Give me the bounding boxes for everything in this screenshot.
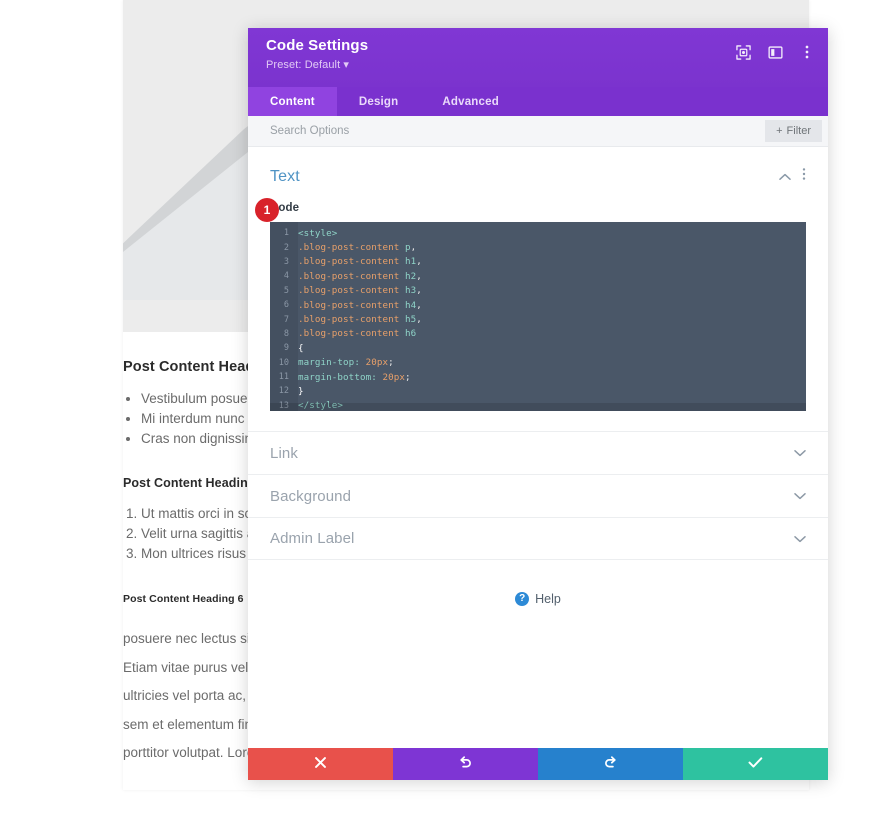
annotation-badge-1: 1 (255, 198, 279, 222)
text-section-title: Text (270, 168, 300, 186)
question-mark-icon: ? (515, 592, 529, 606)
chevron-down-icon (794, 449, 806, 457)
more-options-icon[interactable] (802, 167, 806, 186)
text-section-actions (779, 167, 806, 186)
redo-icon (603, 755, 618, 773)
code-text: .blog-post-content h6 (298, 328, 416, 339)
preset-caret-icon: ▾ (343, 59, 349, 71)
modal-header: Code Settings Preset: Default ▾ (248, 28, 828, 87)
code-line: 1<style> (270, 226, 806, 240)
undo-icon (458, 755, 473, 773)
code-text: margin-bottom: 20px; (298, 372, 411, 383)
text-section-header[interactable]: Text (270, 167, 806, 186)
chevron-down-icon (794, 492, 806, 500)
modal-body: Text (248, 147, 828, 748)
code-line: 2.blog-post-content p, (270, 240, 806, 254)
code-horizontal-scrollbar[interactable] (270, 403, 806, 411)
line-number: 1 (270, 228, 298, 238)
line-number: 11 (270, 372, 298, 382)
search-input[interactable] (270, 125, 765, 137)
code-line: 4.blog-post-content h2, (270, 269, 806, 283)
code-settings-modal: Code Settings Preset: Default ▾ (248, 28, 828, 780)
code-lines: 1<style>2.blog-post-content p,3.blog-pos… (270, 222, 806, 411)
code-text: { (298, 343, 304, 354)
code-line: 5.blog-post-content h3, (270, 284, 806, 298)
code-text: } (298, 386, 304, 397)
accordion-label: Background (270, 488, 351, 505)
code-line: 10margin-top: 20px; (270, 356, 806, 370)
filter-button-label: Filter (787, 125, 811, 137)
accordion-item-background[interactable]: Background (248, 474, 828, 517)
focus-icon[interactable] (734, 43, 752, 61)
modal-footer (248, 748, 828, 780)
more-options-icon[interactable] (798, 43, 816, 61)
code-line: 9{ (270, 341, 806, 355)
code-text: .blog-post-content h3, (298, 285, 422, 296)
code-line: 11margin-bottom: 20px; (270, 370, 806, 384)
code-line: 7.blog-post-content h5, (270, 312, 806, 326)
line-number: 9 (270, 343, 298, 353)
help-link[interactable]: ? Help (248, 592, 828, 606)
close-x-icon (314, 756, 327, 772)
save-button[interactable] (683, 748, 828, 780)
search-bar: + Filter (248, 116, 828, 147)
line-number: 10 (270, 358, 298, 368)
tab-design[interactable]: Design (337, 87, 421, 116)
modal-tabs: Content Design Advanced (248, 87, 828, 116)
text-section: Text (248, 147, 828, 411)
plus-icon: + (776, 125, 782, 137)
accordion-label: Admin Label (270, 530, 355, 547)
code-text: <style> (298, 228, 337, 239)
preset-label: Preset: Default (266, 59, 340, 71)
layout-toggle-icon[interactable] (766, 43, 784, 61)
line-number: 3 (270, 257, 298, 267)
filter-button[interactable]: + Filter (765, 120, 822, 142)
code-editor[interactable]: 1<style>2.blog-post-content p,3.blog-pos… (270, 222, 806, 411)
options-accordion: Link Background Ad (248, 431, 828, 560)
checkmark-icon (748, 756, 763, 772)
code-line: 12} (270, 384, 806, 398)
modal-header-icons (734, 43, 816, 61)
code-text: margin-top: 20px; (298, 357, 394, 368)
tab-advanced[interactable]: Advanced (420, 87, 521, 116)
code-line: 8.blog-post-content h6 (270, 327, 806, 341)
line-number: 7 (270, 315, 298, 325)
chevron-down-icon (794, 535, 806, 543)
help-label: Help (535, 592, 561, 606)
code-text: .blog-post-content h2, (298, 271, 422, 282)
line-number: 5 (270, 286, 298, 296)
line-number: 2 (270, 243, 298, 253)
code-line: 3.blog-post-content h1, (270, 255, 806, 269)
cancel-button[interactable] (248, 748, 393, 780)
code-text: .blog-post-content h5, (298, 314, 422, 325)
code-text: .blog-post-content h4, (298, 300, 422, 311)
line-number: 8 (270, 329, 298, 339)
chevron-up-icon[interactable] (779, 168, 791, 186)
tab-content[interactable]: Content (248, 87, 337, 116)
code-field-label: Code (270, 202, 806, 214)
preset-selector[interactable]: Preset: Default ▾ (266, 58, 812, 71)
modal-title: Code Settings (266, 37, 812, 54)
code-text: .blog-post-content p, (298, 242, 416, 253)
code-line: 6.blog-post-content h4, (270, 298, 806, 312)
accordion-item-admin-label[interactable]: Admin Label (248, 517, 828, 560)
undo-button[interactable] (393, 748, 538, 780)
redo-button[interactable] (538, 748, 683, 780)
screen: Post Content Heading 4 Vestibulum posuer… (0, 0, 880, 833)
line-number: 12 (270, 386, 298, 396)
line-number: 6 (270, 300, 298, 310)
line-number: 4 (270, 271, 298, 281)
code-text: .blog-post-content h1, (298, 256, 422, 267)
accordion-item-link[interactable]: Link (248, 431, 828, 474)
accordion-label: Link (270, 445, 298, 462)
